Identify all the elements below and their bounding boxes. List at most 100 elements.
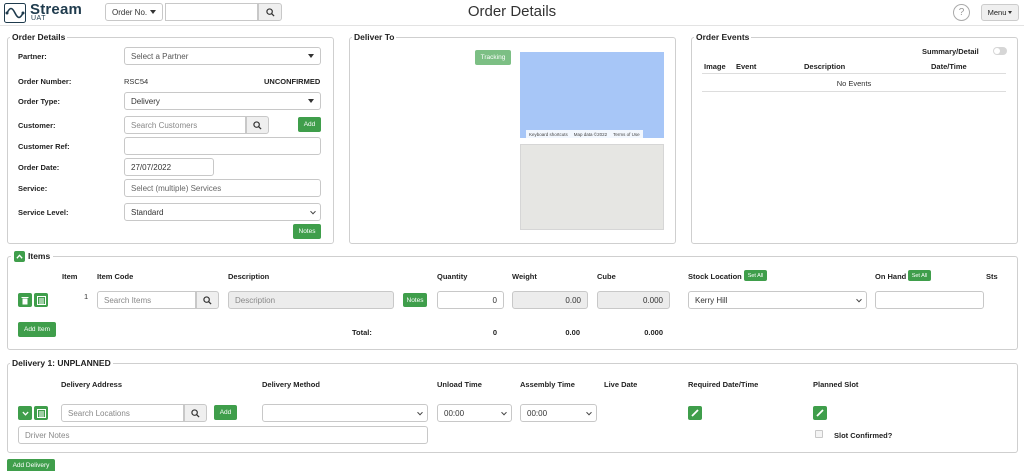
customer-ref-label: Customer Ref:: [18, 142, 70, 151]
caret-down-icon: [308, 54, 314, 58]
items-col-description: Description: [228, 272, 270, 281]
order-notes-button[interactable]: Notes: [293, 224, 321, 239]
order-type-label: Order Type:: [18, 97, 60, 106]
chevron-down-icon: [417, 409, 423, 416]
items-heading: Items: [11, 249, 54, 263]
search-icon: [203, 295, 212, 305]
item-code-search-input[interactable]: Search Items: [97, 291, 196, 309]
items-col-sts: Sts: [986, 272, 998, 281]
chevron-down-icon: [856, 296, 862, 303]
caret-down-icon: [1008, 11, 1013, 14]
add-item-button[interactable]: Add Item: [18, 322, 56, 337]
delivery-col-unload-time: Unload Time: [437, 380, 482, 389]
driver-notes-input[interactable]: Driver Notes: [18, 426, 428, 444]
top-bar: Stream UAT Order No. Order Details ? Men…: [0, 0, 1024, 26]
customer-search-button[interactable]: [246, 116, 269, 134]
map-keyboard-shortcuts-link[interactable]: Keyboard shortcuts: [529, 132, 568, 137]
summary-detail-label: Summary/Detail: [922, 47, 979, 56]
events-col-description: Description: [804, 62, 846, 71]
calendar-list-icon: [36, 295, 46, 305]
order-type-select[interactable]: Delivery: [124, 92, 321, 110]
order-status-badge: UNCONFIRMED: [264, 77, 321, 86]
unload-time-value: 00:00: [444, 408, 465, 418]
items-col-quantity: Quantity: [437, 272, 468, 281]
order-date-label: Order Date:: [18, 163, 60, 172]
delivery-col-required-datetime: Required Date/Time: [688, 380, 759, 389]
delivery-details-button[interactable]: [34, 406, 48, 420]
item-cube-input[interactable]: 0.000: [597, 291, 670, 309]
expand-delivery-button[interactable]: [18, 406, 32, 420]
edit-required-datetime-button[interactable]: [688, 406, 702, 420]
service-select[interactable]: Select (multiple) Services: [124, 179, 321, 197]
on-hand-set-all-button[interactable]: Set All: [908, 270, 931, 281]
items-col-weight: Weight: [512, 272, 537, 281]
items-col-stock-location: Stock Location: [688, 272, 742, 281]
events-row-divider: [702, 91, 1006, 92]
deliver-to-heading: Deliver To: [354, 32, 395, 42]
collapse-items-button[interactable]: [14, 250, 25, 262]
page-title: Order Details: [467, 3, 557, 20]
chevron-down-icon: [21, 411, 29, 416]
stock-location-value: Kerry Hill: [695, 295, 728, 305]
chevron-down-icon: [586, 409, 592, 416]
items-col-item: Item: [62, 272, 78, 281]
add-delivery-button[interactable]: Add Delivery: [7, 459, 55, 471]
items-col-item-code: Item Code: [97, 272, 134, 281]
map-data-attribution: Map data ©2022: [573, 131, 608, 137]
delivery-map[interactable]: Keyboard shortcuts Map data ©2022 Terms …: [520, 52, 664, 138]
service-label: Service:: [18, 184, 48, 193]
customer-search-input[interactable]: Search Customers: [124, 116, 246, 134]
delete-item-button[interactable]: [18, 293, 32, 307]
service-level-select[interactable]: Standard: [124, 203, 321, 221]
stock-location-select[interactable]: Kerry Hill: [688, 291, 867, 309]
partner-label: Partner:: [18, 52, 47, 61]
slot-confirmed-label: Slot Confirmed?: [834, 431, 893, 440]
stock-location-set-all-button[interactable]: Set All: [744, 270, 767, 281]
order-date-input[interactable]: 27/07/2022: [124, 158, 214, 176]
pencil-icon: [816, 409, 824, 417]
unload-time-select[interactable]: 00:00: [437, 404, 512, 422]
partner-select[interactable]: Select a Partner: [124, 47, 321, 65]
add-customer-button[interactable]: Add: [298, 117, 321, 132]
tracking-button[interactable]: Tracking: [475, 50, 511, 65]
search-icon: [253, 120, 262, 130]
summary-detail-toggle[interactable]: [993, 47, 1007, 55]
add-location-button[interactable]: Add: [214, 405, 237, 420]
delivery-col-assembly-time: Assembly Time: [520, 380, 575, 389]
events-header-divider: [702, 73, 1006, 74]
menu-button[interactable]: Menu: [981, 4, 1019, 21]
delivery-location-search-input[interactable]: Search Locations: [61, 404, 184, 422]
events-col-event: Event: [736, 62, 757, 71]
total-cube: 0.000: [644, 328, 663, 337]
events-col-image: Image: [704, 62, 726, 71]
customer-ref-input[interactable]: [124, 137, 321, 155]
slot-confirmed-checkbox[interactable]: [815, 430, 823, 438]
order-number-value: RSC54: [124, 77, 149, 86]
partner-placeholder: Select a Partner: [131, 51, 189, 61]
events-col-datetime: Date/Time: [931, 62, 967, 71]
item-search-button[interactable]: [196, 291, 219, 309]
location-search-button[interactable]: [184, 404, 207, 422]
delivery-heading: Delivery 1: UNPLANNED: [12, 358, 111, 368]
delivery-method-select[interactable]: [262, 404, 428, 422]
delivery-col-planned-slot: Planned Slot: [813, 380, 859, 389]
item-notes-button[interactable]: Notes: [403, 293, 427, 307]
delivery-col-live-date: Live Date: [604, 380, 638, 389]
item-details-button[interactable]: [34, 293, 48, 307]
map-terms-link[interactable]: Terms of Use: [613, 132, 640, 137]
on-hand-input[interactable]: [875, 291, 984, 309]
calendar-list-icon: [36, 408, 46, 418]
chevron-down-icon: [310, 208, 316, 215]
order-type-value: Delivery: [131, 96, 160, 106]
service-level-value: Standard: [131, 207, 164, 217]
item-description-input[interactable]: Description: [228, 291, 394, 309]
help-icon[interactable]: ?: [953, 4, 970, 21]
items-total-label: Total:: [352, 328, 372, 337]
chevron-up-icon: [16, 253, 23, 259]
item-quantity-input[interactable]: 0: [437, 291, 504, 309]
item-weight-input[interactable]: 0.00: [512, 291, 588, 309]
service-level-label: Service Level:: [18, 208, 69, 217]
edit-planned-slot-button[interactable]: [813, 406, 827, 420]
assembly-time-select[interactable]: 00:00: [520, 404, 597, 422]
order-details-heading: Order Details: [12, 32, 66, 42]
